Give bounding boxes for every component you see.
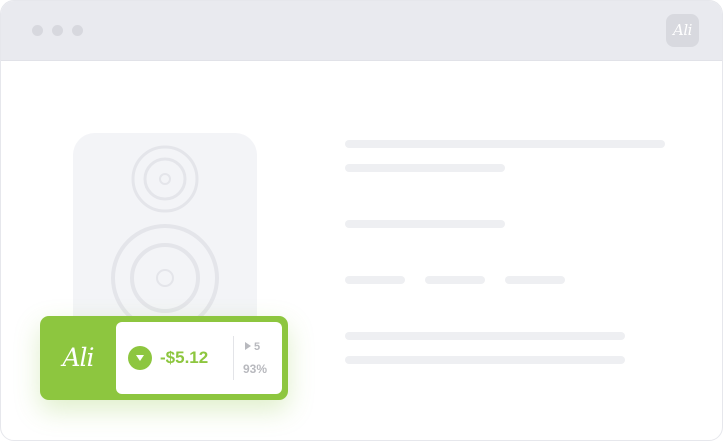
play-icon (245, 342, 251, 350)
price-change-value: -$5.12 (160, 348, 209, 367)
window-minimize-dot[interactable] (52, 25, 63, 36)
extension-badge-button[interactable]: Ali (666, 14, 699, 47)
window-maximize-dot[interactable] (72, 25, 83, 36)
widget-logo: Ali (62, 343, 94, 372)
browser-titlebar: Ali (1, 1, 722, 61)
rank-value: 5 (254, 341, 261, 353)
option-chip-placeholder (425, 276, 485, 284)
description-line-placeholder (345, 332, 625, 340)
price-line-placeholder (345, 220, 505, 228)
arrow-down-icon (128, 346, 152, 370)
subtitle-line-placeholder (345, 164, 505, 172)
price-tracker-widget[interactable]: Ali -$5.12 5 93% (40, 316, 288, 400)
screen: Ali Ali -$5.12 5 93% (0, 0, 723, 441)
price-info-panel: -$5.12 5 93% (116, 322, 282, 394)
rank-indicator: 5 (245, 340, 260, 354)
product-image (73, 133, 257, 343)
percent-value: 93% (243, 362, 268, 376)
description-line-placeholder (345, 356, 625, 364)
option-chip-placeholder (505, 276, 565, 284)
window-close-dot[interactable] (32, 25, 43, 36)
option-chip-placeholder (345, 276, 405, 284)
speaker-icon (111, 145, 219, 332)
title-line-placeholder (345, 140, 665, 148)
divider (233, 336, 234, 380)
